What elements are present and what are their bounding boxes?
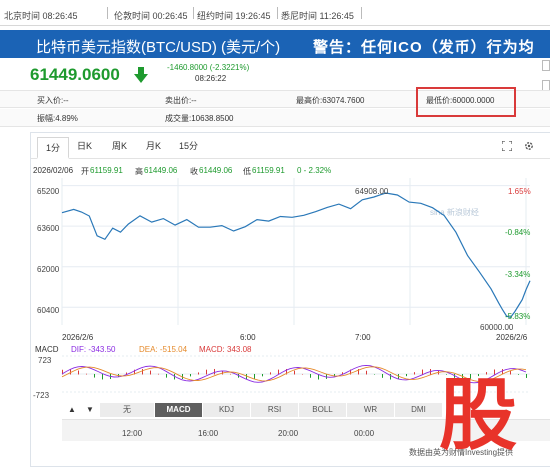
x-tick-label: 2026/2/6	[62, 333, 94, 342]
time-axis-label: 12:00	[122, 429, 143, 438]
divider	[361, 7, 362, 19]
tab-15min[interactable]: 15分	[179, 139, 198, 152]
bid-price: 买入价:--	[37, 96, 69, 105]
beijing-clock: 北京时间 08:26:45	[4, 11, 78, 21]
london-clock: 伦敦时间 00:26:45	[114, 11, 188, 21]
macd-lower-label: -723	[33, 391, 50, 400]
time-axis-label: 00:00	[354, 429, 375, 438]
macd-value: MACD: 343.08	[199, 345, 252, 354]
time-axis-label: 20:00	[278, 429, 299, 438]
ohlc-low-label: 低	[243, 167, 251, 176]
ohlc-open-label: 开	[81, 167, 89, 176]
y-tick-label: 65200	[37, 187, 60, 196]
ico-warning-banner: 警告：任何ICO（发币）行为均	[313, 39, 535, 56]
divider	[277, 7, 278, 19]
ohlc-open: 61159.91	[90, 166, 123, 175]
divider	[193, 7, 194, 19]
pct-tick-label: -3.34%	[505, 270, 531, 279]
sydney-clock: 悉尼时间 11:26:45	[281, 11, 354, 21]
y-tick-label: 63600	[37, 224, 60, 233]
down-arrow-icon	[134, 67, 148, 83]
indicator-rsi[interactable]: RSI	[251, 403, 299, 417]
min-annotation: 60000.00	[480, 323, 514, 332]
indicator-wr[interactable]: WR	[347, 403, 395, 417]
pct-tick-label: -5.83%	[505, 312, 531, 321]
stock-logo: 股	[439, 371, 517, 454]
side-scroll-box[interactable]	[542, 60, 550, 71]
ohlc-low: 61159.91	[252, 166, 285, 175]
pct-tick-label: 1.65%	[508, 187, 531, 196]
x-tick-label: 2026/2/6	[496, 333, 528, 342]
indicator-boll[interactable]: BOLL	[299, 403, 347, 417]
ohlc-close-label: 收	[190, 167, 198, 176]
tab-daily-k[interactable]: 日K	[77, 139, 92, 152]
quote-header: 61449.0600 -1460.8000 (-2.3221%) 08:26:2…	[0, 60, 550, 90]
x-tick-label: 7:00	[355, 333, 371, 342]
logo-character: 股	[439, 371, 517, 454]
volume: 成交量:10638.8500	[165, 114, 234, 123]
price-change: -1460.8000 (-2.3221%)	[167, 63, 250, 72]
tab-weekly-k[interactable]: 周K	[112, 139, 127, 152]
max-annotation: 64908.00	[355, 187, 389, 196]
high-price: 最高价:63074.7600	[296, 96, 365, 105]
ohlc-close: 61449.06	[199, 166, 233, 175]
time-axis-label: 16:00	[198, 429, 219, 438]
ohlc-high-label: 高	[135, 167, 143, 176]
divider	[107, 7, 108, 19]
dea-value: DEA: -515.04	[139, 345, 188, 354]
macd-label: MACD	[35, 345, 59, 354]
y-tick-label: 60400	[37, 306, 60, 315]
ask-price: 卖出价:--	[165, 96, 197, 105]
y-tick-label: 62000	[37, 265, 60, 274]
amplitude: 振幅:4.89%	[37, 114, 78, 123]
ohlc-high: 61449.06	[144, 166, 178, 175]
ohlc-date: 2026/02/06	[33, 166, 74, 175]
low-price-highlight	[416, 87, 516, 117]
quote-time: 08:26:22	[195, 74, 227, 83]
tab-monthly-k[interactable]: 月K	[146, 139, 161, 152]
indicator-macd[interactable]: MACD	[155, 403, 203, 417]
current-price: 61449.0600	[30, 65, 120, 84]
page-title-bar: 比特币美元指数(BTC/USD) (美元/个) 警告：任何ICO（发币）行为均	[0, 30, 550, 58]
x-tick-label: 6:00	[240, 333, 256, 342]
settings-gear-icon[interactable]	[524, 141, 534, 151]
scroll-right-icon[interactable]: ▼	[84, 403, 96, 417]
period-tabs: 1分 日K 周K 月K 15分	[31, 133, 550, 159]
ohlc-change: 0 - 2.32%	[297, 166, 332, 175]
indicator-kdj[interactable]: KDJ	[203, 403, 251, 417]
fullscreen-icon[interactable]	[502, 141, 512, 151]
indicator-none[interactable]: 无	[100, 403, 155, 417]
pct-tick-label: -0.84%	[505, 228, 531, 237]
world-clock-bar: 北京时间 08:26:45 伦敦时间 00:26:45 纽约时间 19:26:4…	[0, 0, 550, 26]
scroll-left-icon[interactable]: ▲	[66, 403, 78, 417]
tab-1min[interactable]: 1分	[37, 137, 70, 159]
page-title: 比特币美元指数(BTC/USD) (美元/个)	[36, 39, 281, 56]
macd-upper-label: 723	[38, 356, 52, 365]
dif-value: DIF: -343.50	[71, 345, 116, 354]
newyork-clock: 纽约时间 19:26:45	[197, 11, 271, 21]
